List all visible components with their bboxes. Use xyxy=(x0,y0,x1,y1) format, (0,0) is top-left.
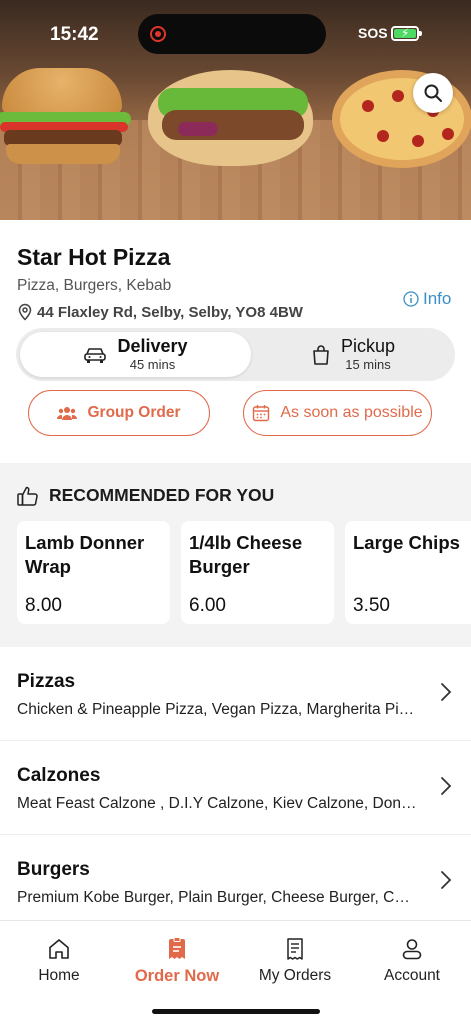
car-icon xyxy=(84,347,107,363)
search-button[interactable] xyxy=(413,73,453,113)
category-title: Burgers xyxy=(17,859,90,880)
chevron-right-icon xyxy=(441,871,452,889)
hero-image: 15:42 SOS ⚡ xyxy=(0,0,471,220)
restaurant-name: Star Hot Pizza xyxy=(17,244,171,270)
pickup-option[interactable]: Pickup 15 mins xyxy=(254,332,452,377)
location-pin-icon xyxy=(18,303,32,321)
receipt-icon xyxy=(287,938,303,960)
search-icon xyxy=(424,84,442,102)
battery-icon: ⚡ xyxy=(391,26,422,41)
category-title: Pizzas xyxy=(17,671,76,692)
restaurant-address: 44 Flaxley Rd, Selby, Selby, YO8 4BW xyxy=(17,303,303,321)
restaurant-cuisine: Pizza, Burgers, Kebab xyxy=(17,277,172,294)
nav-label: Home xyxy=(38,967,80,984)
pickup-label: Pickup xyxy=(340,336,396,356)
recommended-item-price: 6.00 xyxy=(189,595,226,616)
nav-item-home[interactable]: Home xyxy=(0,937,118,985)
nav-item-order-now[interactable]: Order Now xyxy=(118,937,236,986)
recommended-item-name: Lamb Donner Wrap xyxy=(25,532,145,577)
delivery-option[interactable]: Delivery 45 mins xyxy=(20,332,251,377)
user-icon xyxy=(402,939,422,960)
category-row[interactable]: Pizzas Chicken & Pineapple Pizza, Vegan … xyxy=(0,647,471,741)
group-order-label: Group Order xyxy=(87,404,181,421)
home-icon xyxy=(49,939,69,959)
category-description: Chicken & Pineapple Pizza, Vegan Pizza, … xyxy=(17,701,415,718)
category-row[interactable]: Calzones Meat Feast Calzone , D.I.Y Calz… xyxy=(0,741,471,835)
home-indicator xyxy=(152,1009,320,1014)
status-time: 15:42 xyxy=(50,24,99,45)
chevron-right-icon xyxy=(441,777,452,795)
info-icon xyxy=(403,291,419,307)
address-text: 44 Flaxley Rd, Selby, Selby, YO8 4BW xyxy=(37,303,303,321)
order-icon xyxy=(169,937,185,959)
pickup-time: 15 mins xyxy=(345,357,391,372)
group-icon xyxy=(57,407,78,420)
dynamic-island xyxy=(138,14,326,54)
order-mode-toggle: Delivery 45 mins Pickup 15 mins xyxy=(16,328,455,381)
calendar-icon xyxy=(253,405,270,422)
bag-icon xyxy=(313,344,329,365)
recording-icon xyxy=(150,26,166,42)
category-description: Premium Kobe Burger, Plain Burger, Chees… xyxy=(17,889,410,906)
recommended-card[interactable]: Lamb Donner Wrap 8.00 xyxy=(17,521,170,624)
recommended-item-price: 8.00 xyxy=(25,595,62,616)
schedule-label: As soon as possible xyxy=(280,404,423,421)
recommended-heading: RECOMMENDED FOR YOU xyxy=(17,485,274,506)
recommended-card[interactable]: 1/4lb Cheese Burger 6.00 xyxy=(181,521,334,624)
pizza-image xyxy=(332,60,471,170)
recommended-item-name: 1/4lb Cheese Burger xyxy=(189,532,303,577)
category-description: Meat Feast Calzone , D.I.Y Calzone, Kiev… xyxy=(17,795,417,812)
nav-item-my-orders[interactable]: My Orders xyxy=(236,937,354,985)
recommended-card[interactable]: Large Chips 3.50 xyxy=(345,521,471,624)
nav-item-account[interactable]: Account xyxy=(353,937,471,985)
recommended-item-price: 3.50 xyxy=(353,595,390,616)
nav-label: Account xyxy=(383,967,440,984)
schedule-button[interactable]: As soon as possible xyxy=(243,390,432,436)
thumbs-up-icon xyxy=(17,486,38,506)
chevron-right-icon xyxy=(441,683,452,701)
delivery-label: Delivery xyxy=(117,336,188,356)
recommended-item-name: Large Chips xyxy=(353,532,460,553)
burger-image xyxy=(0,68,135,168)
kebab-image xyxy=(148,70,318,170)
category-row[interactable]: Burgers Premium Kobe Burger, Plain Burge… xyxy=(0,835,471,929)
recommended-title: RECOMMENDED FOR YOU xyxy=(49,485,275,505)
info-label: Info xyxy=(423,289,452,308)
category-title: Calzones xyxy=(17,765,101,786)
nav-label: My Orders xyxy=(258,967,332,984)
delivery-time: 45 mins xyxy=(129,357,176,372)
nav-label: Order Now xyxy=(134,967,220,985)
group-order-button[interactable]: Group Order xyxy=(28,390,210,436)
sos-indicator: SOS xyxy=(358,25,388,41)
info-link[interactable]: Info xyxy=(403,289,451,309)
